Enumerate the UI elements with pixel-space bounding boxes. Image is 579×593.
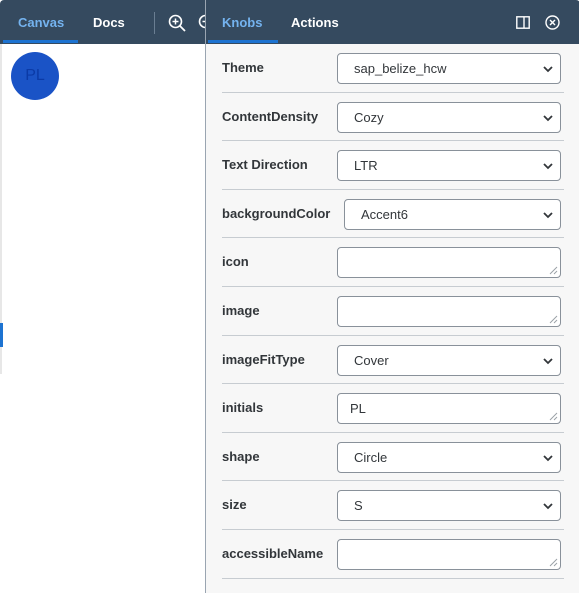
active-tab-indicator [208,40,278,43]
panel-layout-icon[interactable] [516,16,530,29]
canvas-panel: Canvas Docs PL [0,0,213,593]
canvas-scroll-marker [0,323,3,347]
accessible-name-text-field[interactable] [337,538,561,570]
knob-label: imageFitType [222,351,305,367]
knob-label: ContentDensity [222,108,319,124]
size-select[interactable]: S [337,490,561,522]
select-value: Circle [354,449,388,465]
select-value: Accent6 [361,206,408,222]
knob-label: initials [222,400,264,416]
knobs-list: Theme sap_belize_hcw ContentDensity Cozy… [222,44,564,579]
addons-toolbar: Knobs Actions [206,0,579,44]
knob-row-accessible-name: accessibleName [222,530,564,579]
select-value: Cover [354,352,389,368]
knob-row-initials: initials PL [222,384,564,433]
knob-label: Text Direction [222,157,308,173]
select-value: LTR [354,158,378,174]
knob-row-image: image [222,287,564,336]
knob-row-content-density: ContentDensity Cozy [222,93,564,142]
resize-grip-icon[interactable] [549,315,558,324]
shape-select[interactable]: Circle [337,441,561,473]
chevron-down-icon [543,357,553,364]
initials-text-field[interactable]: PL [337,393,561,425]
knob-row-icon: icon [222,238,564,287]
knob-label: image [222,302,260,318]
resize-grip-icon[interactable] [549,266,558,275]
select-value: S [354,498,363,514]
chevron-down-icon [543,114,553,121]
storybook-app: Canvas Docs PL Knobs Actions Theme sap_b… [0,0,579,593]
knob-label: size [222,497,247,513]
tab-actions[interactable]: Actions [291,0,339,44]
select-value: sap_belize_hcw [354,61,447,76]
active-tab-indicator [3,40,78,43]
toolbar-divider [154,12,155,34]
resize-grip-icon[interactable] [549,558,558,567]
tab-canvas[interactable]: Canvas [18,0,64,44]
knob-row-size: size S [222,481,564,530]
knob-row-background-color: backgroundColor Accent6 [222,190,564,239]
chevron-down-icon [543,163,553,170]
knob-label: backgroundColor [222,205,331,221]
close-icon[interactable] [545,15,560,30]
addons-panel: Knobs Actions Theme sap_belize_hcw Conte… [205,0,579,593]
tab-docs[interactable]: Docs [93,0,125,44]
knob-label: shape [222,448,260,464]
canvas-toolbar: Canvas Docs [0,0,213,44]
icon-text-field[interactable] [337,247,561,279]
knob-label: icon [222,254,249,270]
avatar: PL [11,52,59,100]
resize-grip-icon[interactable] [549,412,558,421]
theme-select[interactable]: sap_belize_hcw [337,53,561,84]
content-density-select[interactable]: Cozy [337,101,561,133]
tab-knobs[interactable]: Knobs [222,0,262,44]
zoom-in-icon[interactable] [168,14,186,32]
background-color-select[interactable]: Accent6 [344,198,561,230]
knob-row-shape: shape Circle [222,433,564,482]
knob-label: Theme [222,60,264,75]
image-text-field[interactable] [337,295,561,327]
knob-row-image-fit-type: imageFitType Cover [222,336,564,385]
text-value: PL [350,401,366,417]
chevron-down-icon [543,212,553,219]
chevron-down-icon [543,66,553,73]
text-direction-select[interactable]: LTR [337,150,561,182]
image-fit-type-select[interactable]: Cover [337,344,561,376]
knob-row-text-direction: Text Direction LTR [222,141,564,190]
knob-row-theme: Theme sap_belize_hcw [222,44,564,93]
select-value: Cozy [354,109,384,125]
knob-label: accessibleName [222,545,324,561]
chevron-down-icon [543,455,553,462]
chevron-down-icon [543,503,553,510]
